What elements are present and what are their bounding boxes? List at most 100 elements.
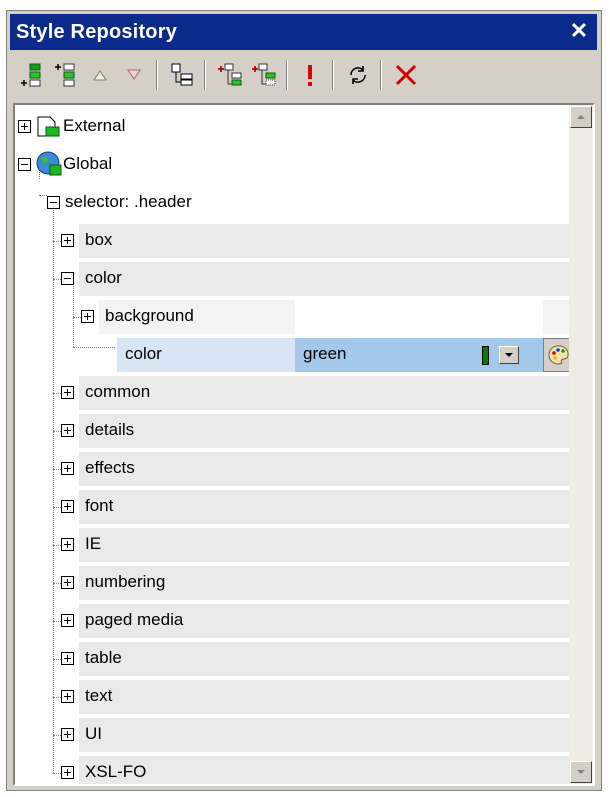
- value-cell: [295, 300, 543, 334]
- close-button[interactable]: ✕: [567, 19, 591, 43]
- row-background: [79, 756, 575, 784]
- tree-group-background[interactable]: background: [15, 299, 575, 335]
- tree-group-paged-media[interactable]: paged media: [15, 603, 575, 639]
- global-globe-icon: [36, 151, 62, 176]
- tree-connector: [73, 317, 81, 318]
- expand-all-button[interactable]: [166, 59, 198, 91]
- scroll-up-button[interactable]: [570, 106, 592, 128]
- arrow-up-icon: [577, 115, 585, 119]
- tree-group-font[interactable]: font: [15, 489, 575, 525]
- color-swatch: [482, 346, 489, 365]
- row-background: [79, 414, 575, 448]
- expand-toggle[interactable]: [18, 120, 31, 133]
- tree-connector: [53, 583, 61, 584]
- important-button[interactable]: [294, 59, 326, 91]
- value-dropdown-button[interactable]: [499, 346, 519, 364]
- style-tree: External Global selector: .header box co…: [13, 103, 595, 786]
- row-background: [79, 452, 575, 486]
- add-item-icon: [21, 63, 41, 87]
- tree-group-text[interactable]: text: [15, 679, 575, 715]
- add-child-button[interactable]: [214, 59, 246, 91]
- tree-connector: [53, 697, 61, 698]
- expand-toggle[interactable]: [61, 690, 74, 703]
- delete-button[interactable]: [390, 59, 422, 91]
- group-label: color: [85, 268, 122, 287]
- expand-toggle[interactable]: [61, 424, 74, 437]
- toolbar-separator: [204, 60, 206, 90]
- tree-connector: [53, 469, 61, 470]
- tree-node-selector[interactable]: selector: .header: [15, 185, 575, 221]
- tree-group-common[interactable]: common: [15, 375, 575, 411]
- tree-group-box[interactable]: box: [15, 223, 575, 259]
- row-background: [79, 224, 575, 258]
- tree-connector: [53, 431, 61, 432]
- toolbar-separator: [156, 60, 158, 90]
- collapse-toggle[interactable]: [47, 196, 60, 209]
- vertical-scrollbar[interactable]: [569, 105, 593, 784]
- expand-toggle[interactable]: [61, 614, 74, 627]
- group-label: paged media: [85, 610, 184, 629]
- scroll-down-button[interactable]: [570, 761, 592, 783]
- expand-toggle[interactable]: [61, 234, 74, 247]
- collapse-toggle[interactable]: [61, 272, 74, 285]
- add-child-icon: [218, 63, 242, 86]
- selector-label: selector: .header: [65, 192, 192, 211]
- collapse-toggle[interactable]: [18, 158, 31, 171]
- reload-icon: [350, 66, 366, 84]
- expand-toggle[interactable]: [61, 576, 74, 589]
- tree-connector: [53, 659, 61, 660]
- tree-group-table[interactable]: table: [15, 641, 575, 677]
- group-label: XSL-FO: [85, 762, 147, 781]
- panel-title: Style Repository: [16, 21, 178, 43]
- expand-toggle[interactable]: [61, 728, 74, 741]
- group-label: IE: [85, 534, 102, 553]
- row-background: [79, 490, 575, 524]
- tree-group-xsl-fo[interactable]: XSL-FO: [15, 755, 575, 784]
- row-background: [79, 528, 575, 562]
- tree-group-ie[interactable]: IE: [15, 527, 575, 563]
- tree-group-details[interactable]: details: [15, 413, 575, 449]
- expand-toggle[interactable]: [61, 652, 74, 665]
- tree-group-numbering[interactable]: numbering: [15, 565, 575, 601]
- group-label: table: [85, 648, 122, 667]
- tree-connector: [53, 545, 61, 546]
- tree-connector: [53, 621, 61, 622]
- add-item-button[interactable]: [16, 59, 48, 91]
- row-background: [79, 642, 575, 676]
- toolbar-separator: [380, 60, 382, 90]
- expand-toggle[interactable]: [61, 766, 74, 779]
- move-down-button[interactable]: [118, 59, 150, 91]
- group-label: background: [105, 306, 194, 325]
- insert-item-button[interactable]: [50, 59, 82, 91]
- property-row-color[interactable]: color green: [15, 337, 575, 373]
- tree-connector: [53, 279, 61, 280]
- property-name: color: [125, 344, 162, 363]
- tree-node-global[interactable]: Global: [15, 147, 575, 183]
- tree-connector: [53, 507, 61, 508]
- arrow-down-icon: [577, 770, 585, 774]
- tree-group-ui[interactable]: UI: [15, 717, 575, 753]
- row-background: [79, 718, 575, 752]
- tree-group-effects[interactable]: effects: [15, 451, 575, 487]
- toolbar-separator: [332, 60, 334, 90]
- expand-toggle[interactable]: [61, 386, 74, 399]
- reload-button[interactable]: [342, 59, 374, 91]
- expand-toggle[interactable]: [61, 500, 74, 513]
- delete-icon: [395, 64, 417, 86]
- tree-node-external[interactable]: External: [15, 109, 575, 145]
- expand-toggle[interactable]: [81, 310, 94, 323]
- row-background: [79, 262, 575, 296]
- group-label: text: [85, 686, 113, 705]
- expand-toggle[interactable]: [61, 538, 74, 551]
- insert-item-icon: [55, 63, 75, 87]
- group-label: numbering: [85, 572, 166, 591]
- tree-group-color[interactable]: color: [15, 261, 575, 297]
- insert-child-button[interactable]: [248, 59, 280, 91]
- insert-child-icon: [252, 63, 276, 86]
- move-up-icon: [93, 70, 107, 81]
- property-value: green: [303, 344, 347, 363]
- row-background: [79, 376, 575, 410]
- move-up-button[interactable]: [84, 59, 116, 91]
- group-label: common: [85, 382, 151, 401]
- expand-toggle[interactable]: [61, 462, 74, 475]
